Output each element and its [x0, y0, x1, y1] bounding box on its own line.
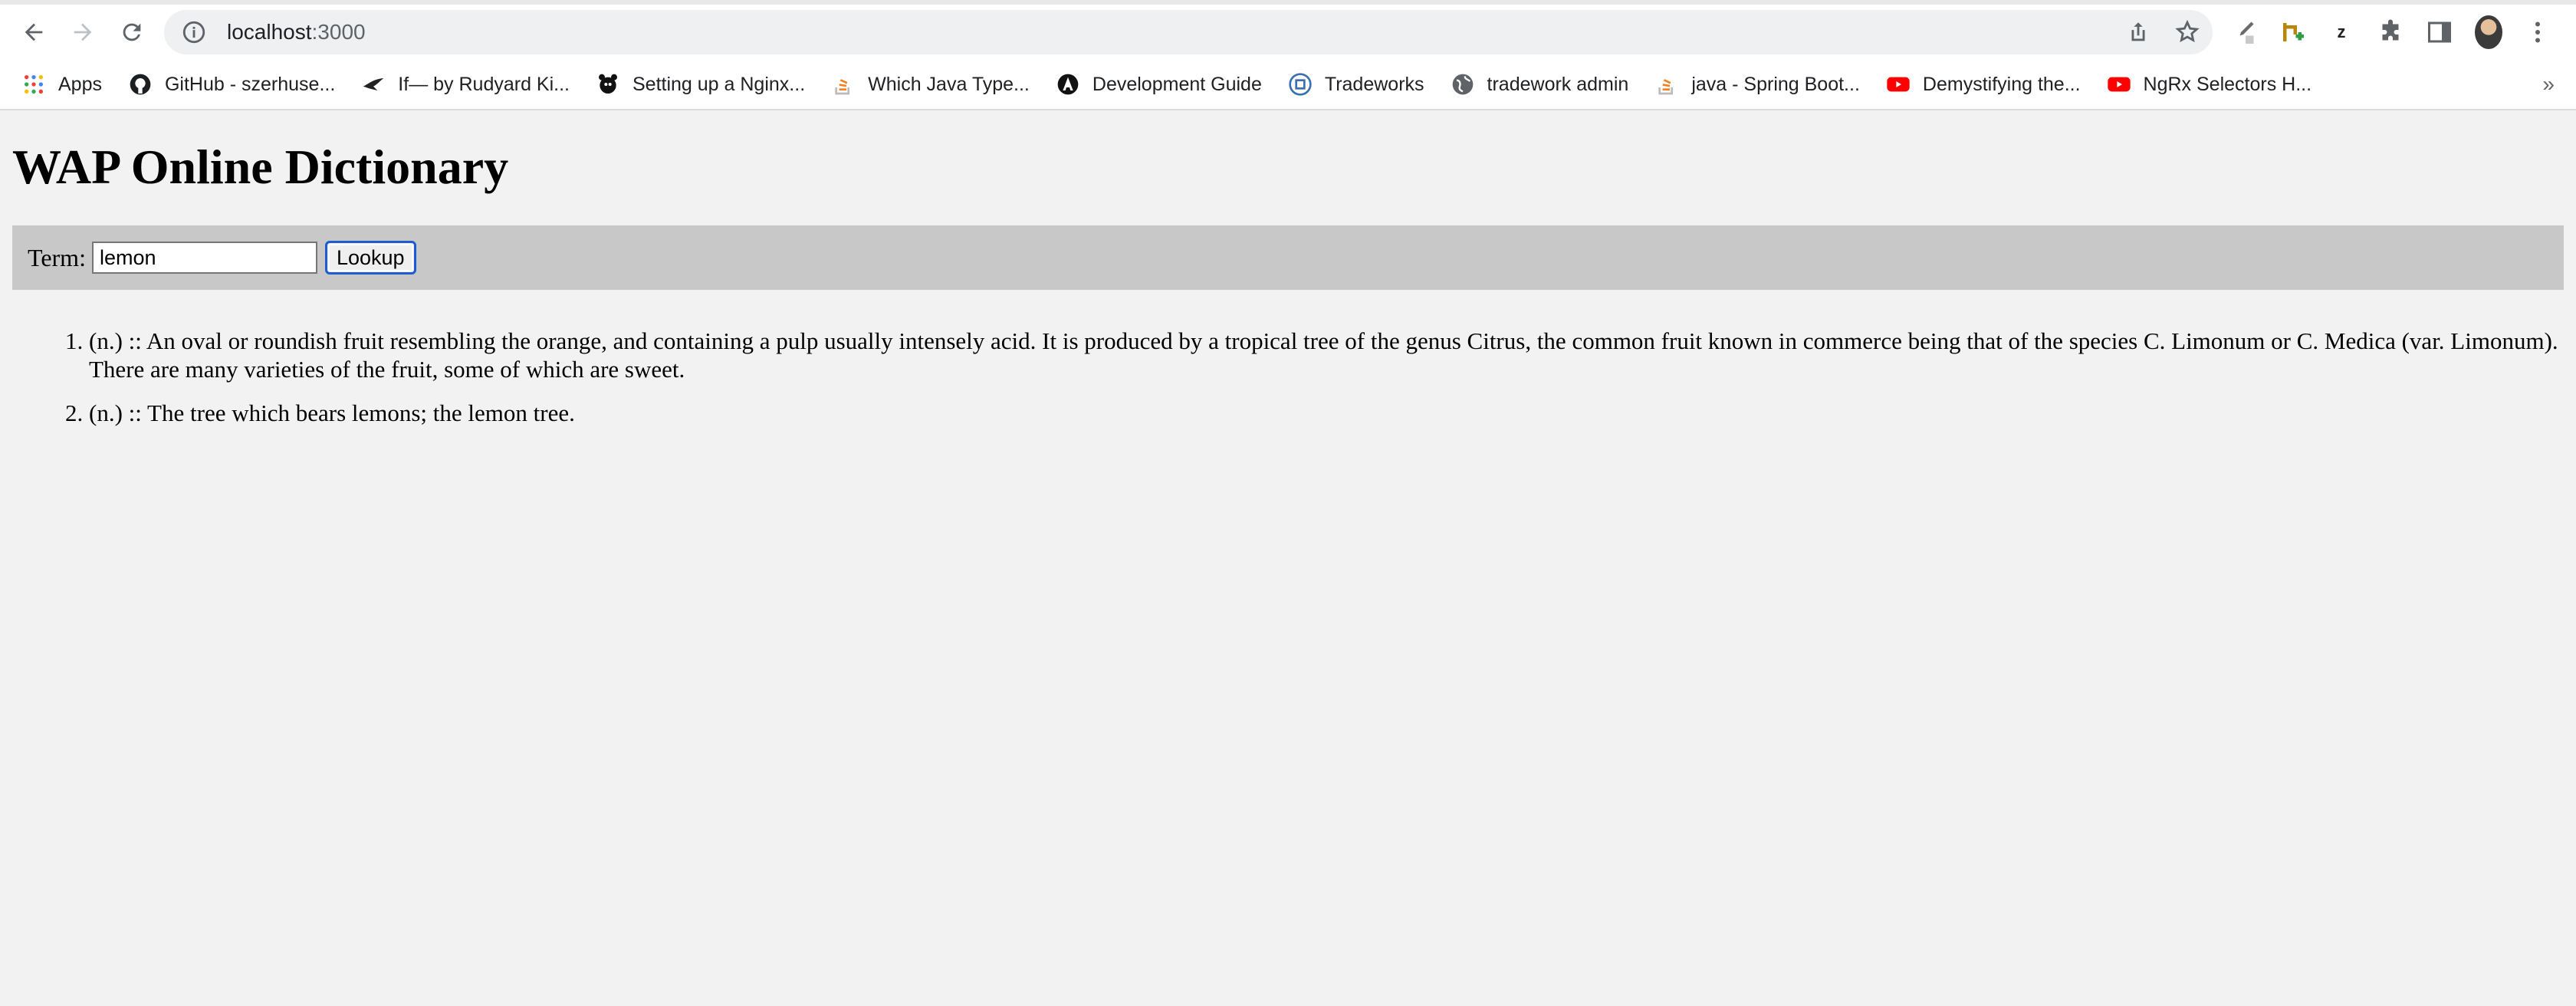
- share-icon[interactable]: [2125, 19, 2151, 45]
- bookmark-spring-boot[interactable]: java - Spring Boot...: [1654, 72, 1860, 97]
- more-bookmarks-chevron-icon[interactable]: »: [2542, 72, 2555, 97]
- bookmark-github[interactable]: GitHub - szerhuse...: [128, 72, 335, 97]
- browser-menu-icon[interactable]: [2524, 18, 2551, 46]
- apps-grid-icon: [21, 72, 46, 97]
- definition-item: (n.) :: An oval or roundish fruit resemb…: [89, 327, 2564, 383]
- stackoverflow-icon: [831, 72, 856, 97]
- page-title: WAP Online Dictionary: [12, 140, 509, 194]
- youtube-icon: [1886, 72, 1911, 97]
- bookmark-demystifying[interactable]: Demystifying the...: [1886, 72, 2081, 97]
- branch-extension-icon[interactable]: [2279, 18, 2306, 46]
- bookmark-if-poem[interactable]: If— by Rudyard Ki...: [361, 72, 570, 97]
- definition-list: (n.) :: An oval or roundish fruit resemb…: [12, 327, 2564, 427]
- stackoverflow-icon: [1654, 72, 1679, 97]
- bookmark-nginx[interactable]: Setting up a Nginx...: [596, 72, 805, 97]
- url-text[interactable]: localhost:3000: [227, 20, 366, 44]
- github-icon: [128, 72, 153, 97]
- site-info-icon[interactable]: [181, 19, 207, 45]
- eyedropper-extension-icon[interactable]: [2229, 18, 2257, 46]
- lookup-button[interactable]: Lookup: [324, 241, 416, 275]
- address-bar[interactable]: localhost:3000: [164, 10, 2213, 54]
- definition-item: (n.) :: The tree which bears lemons; the…: [89, 399, 2564, 427]
- term-input[interactable]: [91, 242, 317, 274]
- globe-icon: [1451, 72, 1475, 97]
- profile-avatar[interactable]: [2475, 15, 2502, 49]
- nginx-icon: [596, 72, 620, 97]
- bookmark-ngrx-selectors[interactable]: NgRx Selectors H...: [2107, 72, 2312, 97]
- bookmark-star-icon[interactable]: [2174, 19, 2200, 45]
- side-panel-icon[interactable]: [2426, 18, 2453, 46]
- back-button[interactable]: [9, 8, 58, 57]
- bookmarks-bar: Apps GitHub - szerhuse... If— by Rudyard…: [0, 60, 2576, 110]
- tradeworks-icon: [1288, 72, 1313, 97]
- bird-icon: [361, 72, 386, 97]
- lookup-form: Term: Lookup: [12, 225, 2564, 290]
- extensions-puzzle-icon[interactable]: [2377, 18, 2404, 46]
- angular-icon: [1056, 72, 1080, 97]
- forward-arrow-icon: [74, 23, 92, 41]
- page-content: WAP Online Dictionary Term: Lookup (n.) …: [0, 140, 2576, 427]
- back-arrow-icon: [25, 23, 43, 41]
- term-label: Term:: [28, 243, 86, 271]
- bookmark-apps[interactable]: Apps: [21, 72, 102, 97]
- bookmark-java-type[interactable]: Which Java Type...: [831, 72, 1030, 97]
- reload-icon: [123, 23, 141, 41]
- browser-toolbar: localhost:3000 z: [0, 5, 2576, 60]
- bookmark-development-guide[interactable]: Development Guide: [1056, 72, 1262, 97]
- forward-button[interactable]: [58, 8, 107, 57]
- bookmark-tradeworks[interactable]: Tradeworks: [1288, 72, 1424, 97]
- reload-button[interactable]: [107, 8, 156, 57]
- bookmark-tradework-admin[interactable]: tradework admin: [1451, 72, 1628, 97]
- youtube-icon: [2107, 72, 2131, 97]
- z-extension-icon[interactable]: z: [2328, 18, 2355, 46]
